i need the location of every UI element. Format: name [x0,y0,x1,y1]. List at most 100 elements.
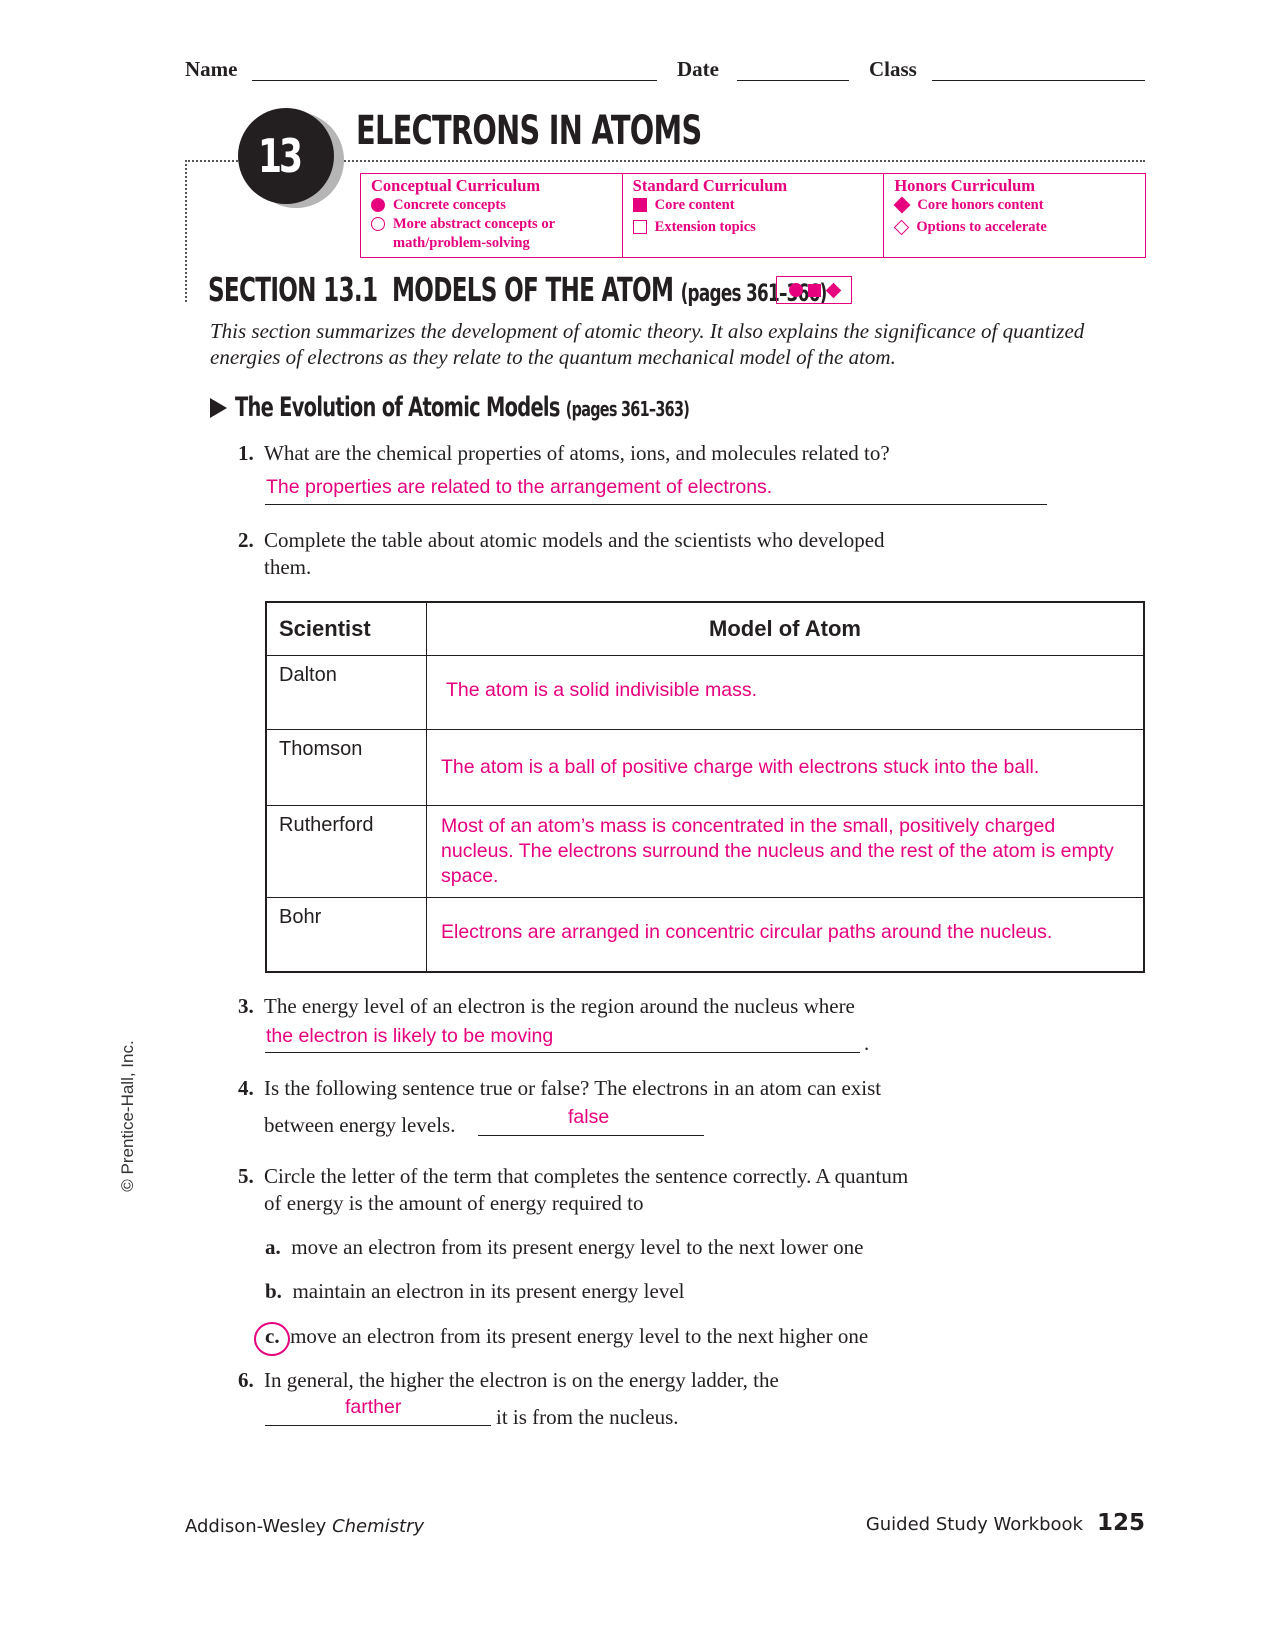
open-circle-icon [371,217,385,231]
scientist-cell: Bohr [265,897,427,972]
workbook-title: Guided Study Workbook [865,1514,1083,1535]
curriculum-item-label: Extension topics [654,219,756,235]
chapter-badge: 13 [238,108,334,204]
option-text: move an electron from its present energy… [291,1235,864,1259]
section-title-text: SECTION 13.1 MODELS OF THE ATOM [208,270,674,309]
name-label: Name [185,57,238,81]
model-cell[interactable]: The atom is a solid indivisible mass. [426,655,1145,730]
curriculum-conceptual: Conceptual Curriculum Concrete concepts … [361,174,622,257]
curriculum-title: Honors Curriculum [894,176,1036,195]
curriculum-legend: Conceptual Curriculum Concrete concepts … [360,173,1146,258]
question-text: between energy levels. [264,1113,456,1137]
answer-text: The properties are related to the arrang… [266,476,773,498]
scientist-cell: Rutherford [265,805,427,898]
option-letter: b. [265,1279,282,1303]
question-text: What are the chemical properties of atom… [264,441,890,465]
section-intro: This section summarizes the development … [210,319,1085,369]
question-number: 2. [238,528,254,552]
page-number: 125 [1096,1510,1145,1536]
atomic-models-table: Scientist Model of Atom Dalton The atom … [265,601,1145,973]
question-text: In general, the higher the electron is o… [264,1368,779,1392]
filled-square-icon [808,283,821,297]
question-6: 6. In general, the higher the electron is… [238,1367,779,1394]
curriculum-honors: Honors Curriculum Core honors content Op… [883,174,1145,257]
option-letter: c. [265,1324,280,1348]
question-number: 5. [238,1164,254,1188]
date-label: Date [677,57,719,81]
table-header-row: Scientist Model of Atom [265,601,1145,656]
option-text: move an electron from its present energy… [290,1324,869,1348]
subsection-heading: The Evolution of Atomic Models (pages 36… [210,392,866,423]
question-number: 6. [238,1368,254,1392]
dotted-rule-vertical [185,160,187,302]
question-3: 3. The energy level of an electron is the… [238,993,855,1020]
curriculum-standard: Standard Curriculum Core content Extensi… [621,174,884,257]
class-label: Class [869,57,917,81]
subsection-pages: (pages 361–363) [565,397,690,421]
filled-circle-icon [789,283,803,297]
date-field[interactable] [737,66,849,81]
name-field[interactable] [252,66,657,81]
open-square-icon [632,220,647,234]
triangle-bullet-icon [210,397,227,418]
option-a[interactable]: a. move an electron from its present ene… [265,1234,864,1261]
answer-text: false [568,1106,610,1128]
answer-field-q3[interactable]: the electron is likely to be moving [265,1025,860,1053]
question-text: Circle the letter of the term that compl… [264,1164,909,1188]
question-end-period: . [864,1031,870,1055]
option-text: maintain an electron in its present ener… [292,1279,685,1303]
question-text: of energy is the amount of energy requir… [264,1191,644,1215]
model-cell[interactable]: Electrons are arranged in concentric cir… [426,897,1145,972]
column-header-scientist: Scientist [265,601,427,656]
curriculum-item-label: More abstract concepts or math/problem-s… [393,216,555,251]
question-text: The energy level of an electron is the r… [264,994,855,1018]
chapter-title: ELECTRONS IN ATOMS [356,108,702,154]
publisher-name: Addison-Wesley [185,1516,327,1537]
model-cell[interactable]: The atom is a ball of positive charge wi… [426,729,1145,806]
question-text: Is the following sentence true or false?… [264,1076,882,1100]
answer-text: The atom is a solid indivisible mass. [446,679,758,701]
answer-field-q6[interactable]: farther [265,1396,491,1426]
question-5: 5. Circle the letter of the term that com… [238,1163,1018,1217]
table-row: Rutherford Most of an atom’s mass is con… [265,805,1145,898]
open-diamond-icon [894,219,910,236]
option-b[interactable]: b. maintain an electron in its present e… [265,1278,685,1305]
curriculum-item-label: Core content [654,197,735,213]
filled-diamond-icon [825,282,842,298]
subsection-title: The Evolution of Atomic Models [235,392,560,423]
section-title: SECTION 13.1 MODELS OF THE ATOM (pages 3… [208,270,827,309]
footer-publisher: Addison-Wesley Chemistry [185,1516,424,1537]
model-cell[interactable]: Most of an atom’s mass is concentrated i… [426,805,1145,898]
answer-text: farther [345,1396,402,1418]
answer-field-q1[interactable]: The properties are related to the arrang… [265,474,1047,505]
question-number: 4. [238,1076,254,1100]
scientist-cell: Thomson [265,729,427,806]
table-row: Bohr Electrons are arranged in concentri… [265,897,1145,972]
curriculum-badge [776,276,852,304]
table-row: Thomson The atom is a ball of positive c… [265,729,1145,806]
curriculum-title: Conceptual Curriculum [371,176,541,195]
table-row: Dalton The atom is a solid indivisible m… [265,655,1145,730]
book-title: Chemistry [332,1516,425,1537]
curriculum-title: Standard Curriculum [632,176,788,195]
answer-text: Most of an atom’s mass is concentrated i… [441,815,1114,887]
class-field[interactable] [932,66,1145,81]
option-c[interactable]: c. move an electron from its present ene… [265,1323,868,1350]
curriculum-item-label: Concrete concepts [393,197,506,213]
curriculum-item-label: Core honors content [917,197,1044,213]
question-4: 4. Is the following sentence true or fals… [238,1075,881,1102]
footer-workbook: Guided Study Workbook 125 [866,1510,1145,1536]
curriculum-item-label: Options to accelerate [916,219,1047,235]
filled-diamond-icon [893,196,911,214]
question-text: Complete the table about atomic models a… [264,528,885,552]
answer-text: the electron is likely to be moving [266,1025,554,1047]
scientist-cell: Dalton [265,655,427,730]
chapter-number: 13 [257,129,303,183]
question-number: 1. [238,441,254,465]
question-text: it is from the nucleus. [496,1405,679,1429]
question-number: 3. [238,994,254,1018]
answer-field-q4[interactable]: false [478,1106,704,1136]
question-2: 2. Complete the table about atomic models… [238,527,998,581]
filled-square-icon [632,198,647,212]
answer-text: The atom is a ball of positive charge wi… [441,756,1040,778]
